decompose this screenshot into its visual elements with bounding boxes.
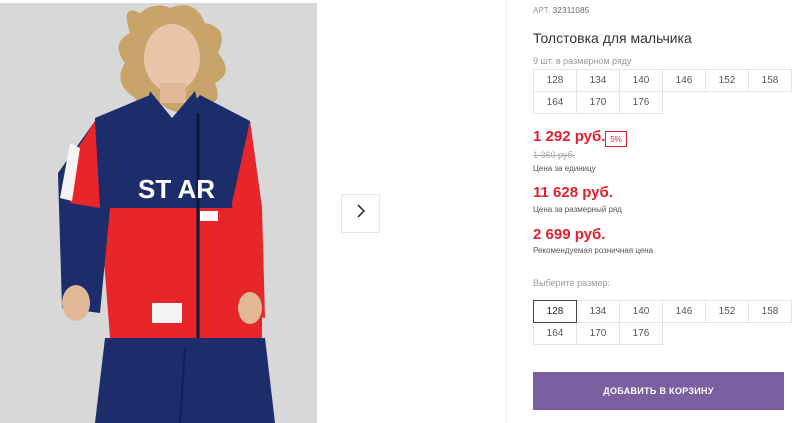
size-row-cell: 170 [576,91,620,114]
article-value: 32311085 [552,6,590,15]
size-row-cell: 134 [576,69,620,92]
article-label: АРТ. [533,6,551,15]
size-row-cell: 158 [748,69,792,92]
size-row-cell: 140 [619,69,663,92]
product-gallery: ST AR [0,0,506,423]
unit-price-caption: Цена за единицу [533,164,596,173]
size-option[interactable]: 176 [619,322,663,345]
next-image-button[interactable] [341,194,380,233]
row-price-caption: Цена за размерный ряд [533,205,622,214]
size-select-grid: 128 134 140 146 152 158 164 170 176 [533,300,792,345]
size-row-cell: 128 [533,69,577,92]
size-option[interactable]: 164 [533,322,577,345]
size-row-grid: 128 134 140 146 152 158 164 170 176 [533,69,792,114]
unit-price: 1 292 руб. [533,128,606,145]
product-title: Толстовка для мальчика [533,30,692,46]
retail-price-caption: Рекомендуемая розничная цена [533,246,654,255]
size-row-hint: 9 шт. в размерном ряду [533,56,632,66]
size-option[interactable]: 134 [576,300,620,323]
chevron-right-icon [355,203,367,224]
discount-badge: 5% [605,131,627,147]
size-row-cell: 152 [705,69,749,92]
retail-price: 2 699 руб. [533,226,606,243]
product-photo[interactable]: ST AR [0,3,317,423]
size-row-cell: 176 [619,91,663,114]
divider [506,0,507,423]
size-option-selected[interactable]: 128 [533,300,577,323]
product-photo-illustration: ST AR [0,3,317,423]
size-option[interactable]: 146 [662,300,706,323]
size-row-cell: 164 [533,91,577,114]
size-option[interactable]: 140 [619,300,663,323]
size-row-cell: 146 [662,69,706,92]
article-number: АРТ. 32311085 [533,6,589,15]
size-option[interactable]: 170 [576,322,620,345]
size-select-label: Выберите размер: [533,278,610,288]
add-to-cart-button[interactable]: ДОБАВИТЬ В КОРЗИНУ [533,372,784,410]
size-option[interactable]: 152 [705,300,749,323]
row-price: 11 628 руб. [533,184,613,201]
old-price: 1 360 руб. [533,150,576,160]
print-text: ST AR [138,174,215,204]
size-option[interactable]: 158 [748,300,792,323]
